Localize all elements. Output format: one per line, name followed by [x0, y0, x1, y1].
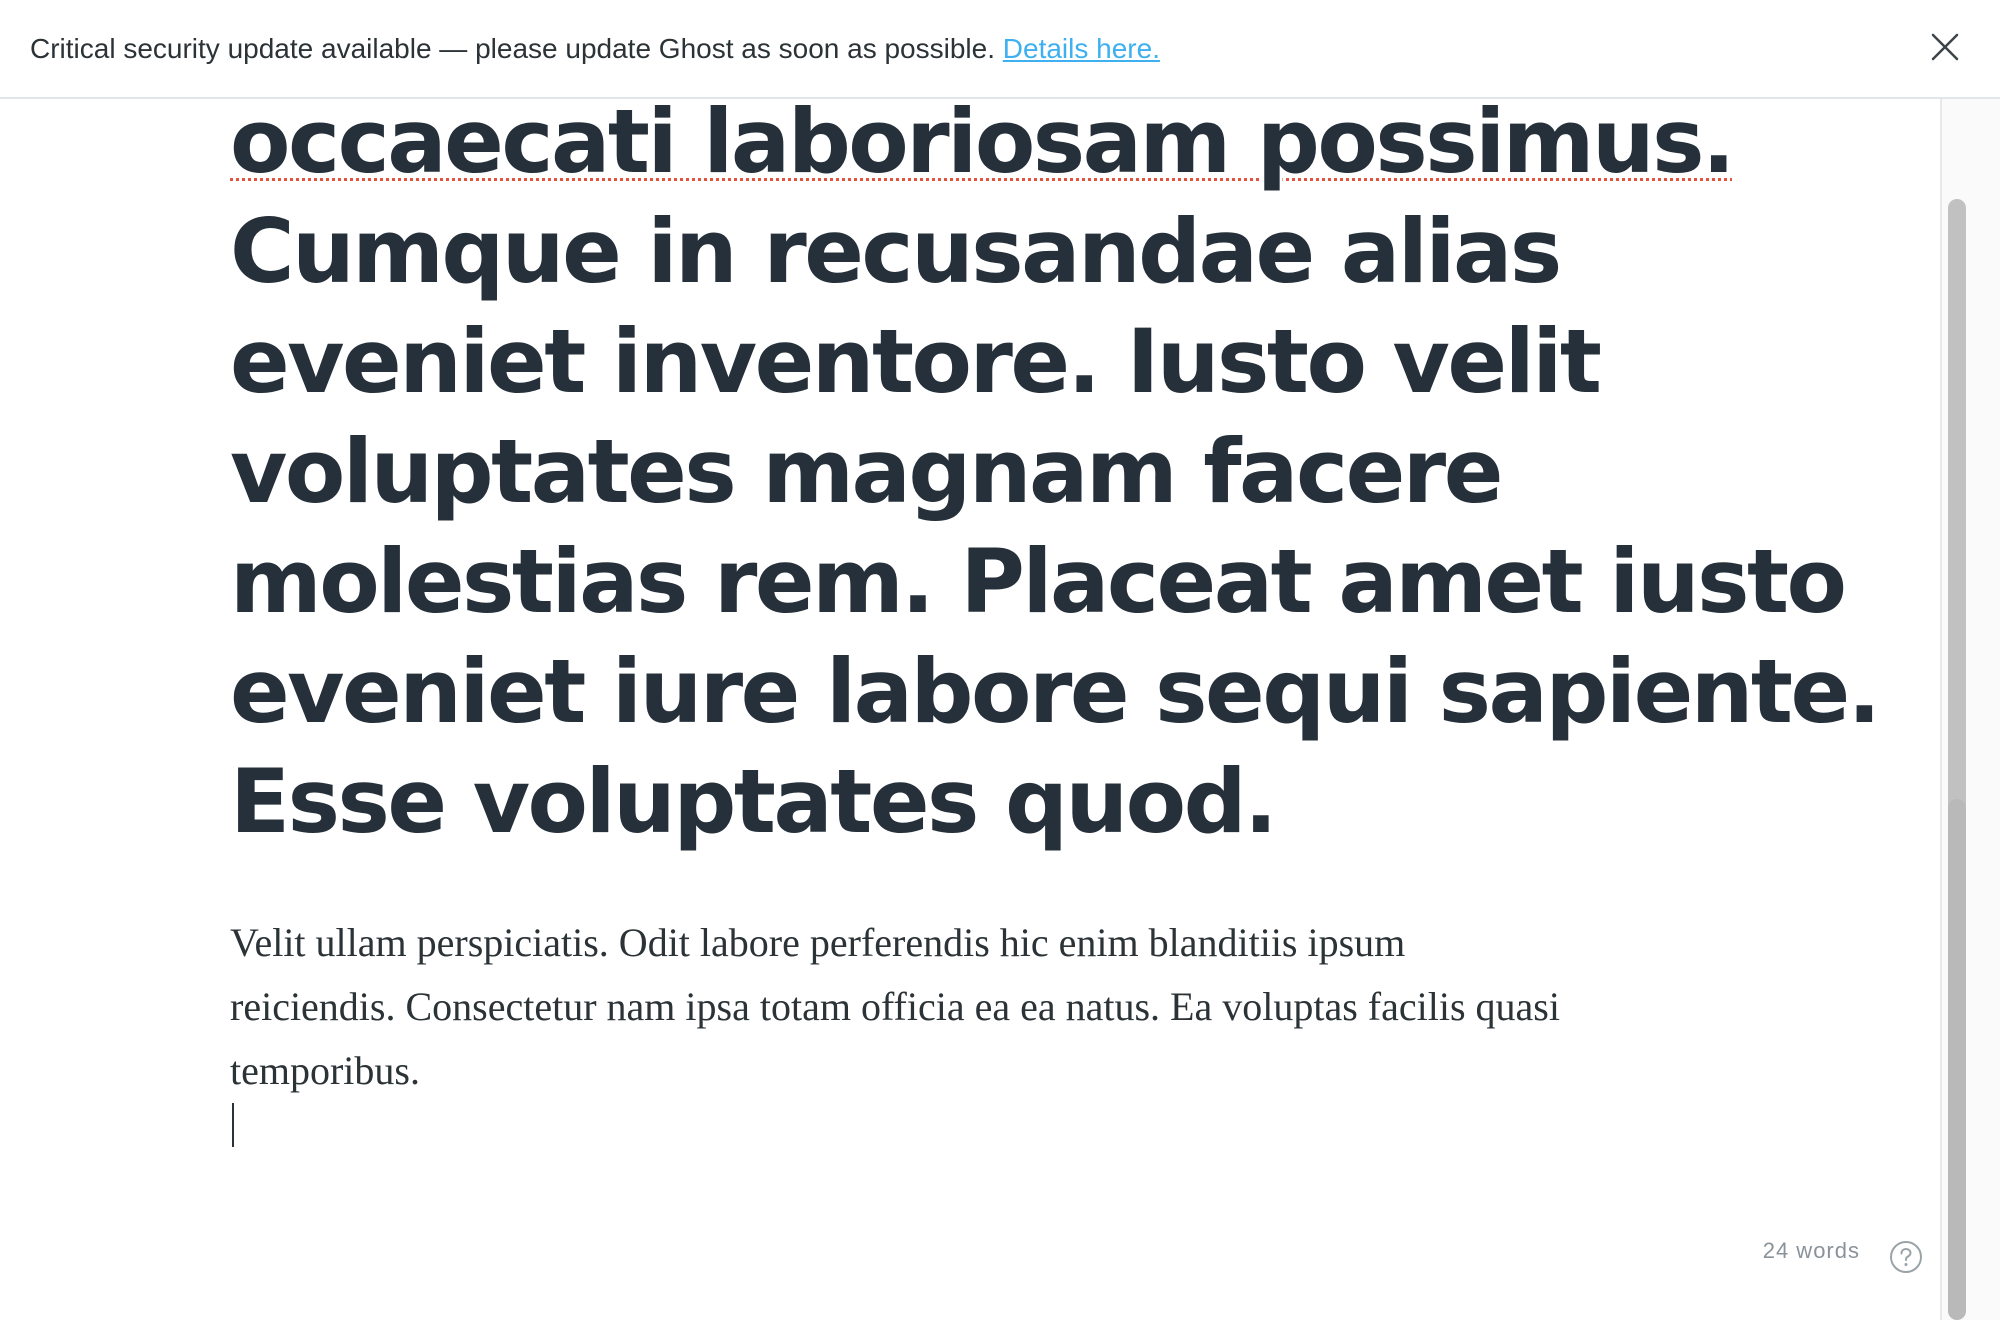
title-line: molestias rem. Placeat amet iusto — [230, 530, 1847, 633]
banner-message: Critical security update available — ple… — [30, 33, 995, 64]
body-line: reiciendis. Consectetur nam ipsa totam o… — [230, 984, 1560, 1029]
text-cursor — [232, 1103, 234, 1147]
banner-message-row: Critical security update available — ple… — [30, 30, 1160, 68]
notification-banner: Critical security update available — ple… — [0, 0, 2000, 99]
title-line: eveniet iure labore sequi sapiente. — [230, 640, 1881, 743]
title-line: Cumque in recusandae alias — [230, 200, 1562, 303]
close-icon[interactable] — [1928, 30, 1962, 64]
vertical-scrollbar[interactable] — [1940, 99, 2000, 1320]
help-circle-icon[interactable] — [1889, 1240, 1923, 1274]
title-line: voluptates magnam facere — [230, 420, 1503, 523]
editor-content: occaecati laboriosam possimus. Cumque in… — [230, 99, 1881, 1147]
body-line: temporibus. — [230, 1048, 420, 1093]
title-line: Esse voluptates quod. — [230, 750, 1278, 853]
word-count: 24 words — [1762, 1238, 1860, 1263]
body-line-last: temporibus. — [230, 1039, 1730, 1147]
scrollbar-track-fill — [1948, 199, 1966, 899]
post-body[interactable]: Velit ullam perspiciatis. Odit labore pe… — [230, 911, 1730, 1147]
scrollbar-thumb[interactable] — [1948, 799, 1966, 1320]
body-line: Velit ullam perspiciatis. Odit labore pe… — [230, 920, 1406, 965]
title-line: eveniet inventore. Iusto velit — [230, 310, 1602, 413]
title-line: occaecati laboriosam possimus. — [230, 99, 1735, 193]
post-title[interactable]: occaecati laboriosam possimus. Cumque in… — [230, 99, 1881, 857]
post-editor[interactable]: occaecati laboriosam possimus. Cumque in… — [0, 99, 1940, 1320]
details-link[interactable]: Details here. — [1003, 33, 1160, 64]
